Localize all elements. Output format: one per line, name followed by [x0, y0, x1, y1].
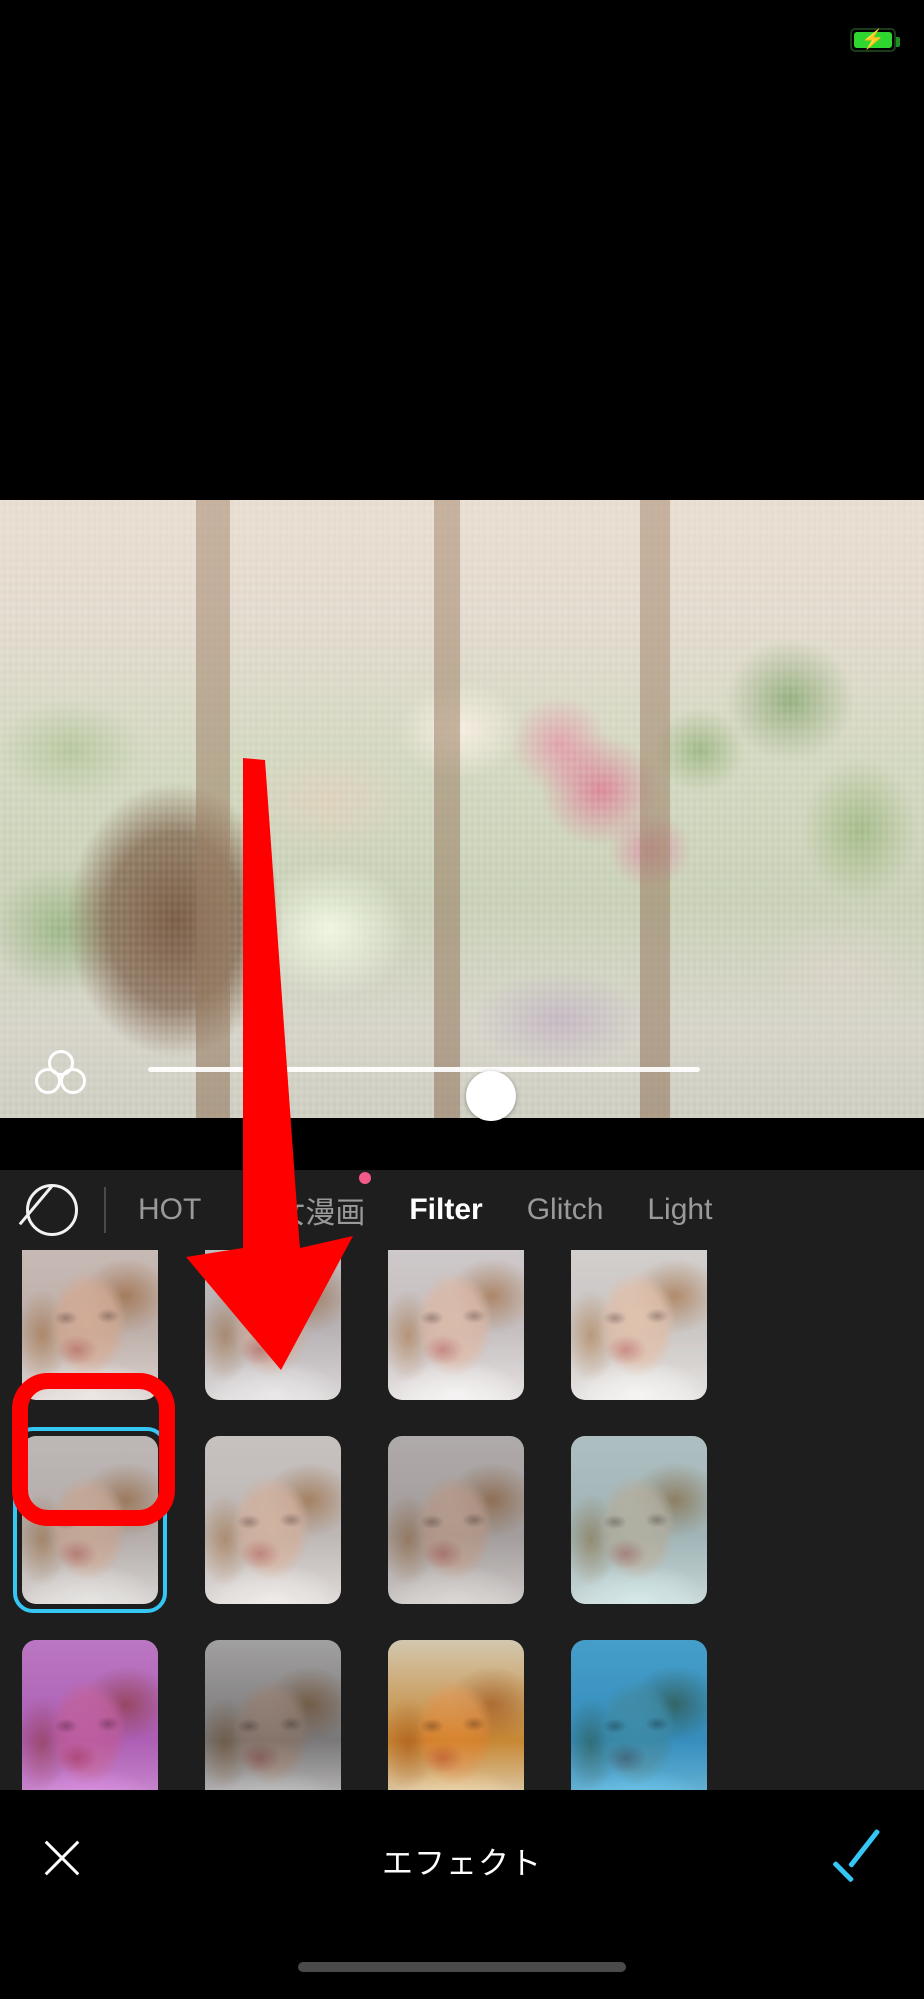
- thumbnail-image: [571, 1250, 707, 1400]
- app-screen: ⚡ HOT 少女漫画 Filter Glitch Light エフェクト: [0, 0, 924, 1999]
- thumbnail-image: [205, 1436, 341, 1604]
- thumbnail-image: [22, 1436, 158, 1604]
- thumbnail-portrait: [571, 1640, 707, 1790]
- thumbnail-portrait: [571, 1436, 707, 1604]
- filter-intensity-icon[interactable]: [33, 1050, 93, 1096]
- filter-thumb-2-4[interactable]: [571, 1436, 707, 1604]
- tab-divider: [104, 1187, 106, 1233]
- tab-glitch[interactable]: Glitch: [505, 1193, 626, 1227]
- tab-filter-label: Filter: [409, 1193, 483, 1226]
- filter-thumb-3-3[interactable]: [388, 1640, 524, 1790]
- thumbnail-image: [22, 1250, 158, 1400]
- thumbnail-portrait: [22, 1250, 158, 1400]
- intensity-slider-track[interactable]: [148, 1067, 700, 1121]
- intensity-slider-row[interactable]: [0, 1040, 924, 1121]
- preview-image: [0, 500, 924, 1118]
- status-bar: ⚡: [0, 0, 924, 70]
- battery-charging-icon: ⚡: [850, 28, 900, 52]
- filter-row-1: [0, 1250, 924, 1432]
- filter-thumb-2-1[interactable]: [13, 1427, 167, 1613]
- photo-preview[interactable]: [0, 500, 924, 1118]
- tab-shojo-manga-label: 少女漫画: [245, 1197, 366, 1230]
- filter-thumb-1-4[interactable]: [571, 1250, 707, 1400]
- no-filter-icon[interactable]: [26, 1184, 78, 1236]
- thumbnail-portrait: [22, 1640, 158, 1790]
- tab-glitch-label: Glitch: [526, 1193, 604, 1226]
- filter-thumb-2-3[interactable]: [388, 1436, 524, 1604]
- check-icon[interactable]: [828, 1826, 892, 1890]
- filter-thumb-1-3[interactable]: [388, 1250, 524, 1400]
- filter-row-3: [0, 1640, 924, 1790]
- thumbnail-image: [571, 1436, 707, 1604]
- filter-thumb-1-1[interactable]: [22, 1250, 158, 1400]
- thumbnail-image: [571, 1640, 707, 1790]
- filter-thumb-2-2[interactable]: [205, 1436, 341, 1604]
- home-indicator[interactable]: [298, 1962, 626, 1972]
- thumbnail-portrait: [22, 1436, 158, 1604]
- thumbnail-image: [22, 1640, 158, 1790]
- new-badge-dot: [359, 1172, 372, 1184]
- charging-bolt-icon: ⚡: [861, 29, 885, 51]
- thumbnail-image: [388, 1436, 524, 1604]
- tab-hot-label: HOT: [138, 1193, 202, 1226]
- filter-thumb-1-2[interactable]: [205, 1250, 341, 1400]
- filter-thumb-3-2[interactable]: [205, 1640, 341, 1790]
- bottom-action-bar: エフェクト: [0, 1790, 924, 1999]
- tab-light[interactable]: Light: [625, 1193, 734, 1227]
- filter-thumbnail-grid[interactable]: [0, 1250, 924, 1790]
- filter-panel: HOT 少女漫画 Filter Glitch Light: [0, 1170, 924, 1790]
- tab-filter[interactable]: Filter: [387, 1193, 504, 1227]
- tab-hot[interactable]: HOT: [116, 1193, 223, 1227]
- thumbnail-portrait: [388, 1436, 524, 1604]
- thumbnail-image: [388, 1250, 524, 1400]
- thumbnail-portrait: [571, 1250, 707, 1400]
- intensity-slider-thumb[interactable]: [466, 1071, 516, 1121]
- filter-category-tabs: HOT 少女漫画 Filter Glitch Light: [0, 1170, 924, 1250]
- thumbnail-portrait: [205, 1640, 341, 1790]
- filter-thumb-3-4[interactable]: [571, 1640, 707, 1790]
- thumbnail-portrait: [388, 1250, 524, 1400]
- filter-row-2: [0, 1427, 924, 1636]
- filter-thumb-3-1[interactable]: [22, 1640, 158, 1790]
- tab-shojo-manga[interactable]: 少女漫画: [223, 1172, 387, 1232]
- thumbnail-portrait: [205, 1436, 341, 1604]
- tab-light-label: Light: [647, 1193, 713, 1226]
- thumbnail-portrait: [388, 1640, 524, 1790]
- thumbnail-image: [205, 1250, 341, 1400]
- thumbnail-portrait: [205, 1250, 341, 1400]
- thumbnail-image: [205, 1640, 341, 1790]
- thumbnail-image: [388, 1640, 524, 1790]
- page-title: エフェクト: [382, 1846, 542, 1881]
